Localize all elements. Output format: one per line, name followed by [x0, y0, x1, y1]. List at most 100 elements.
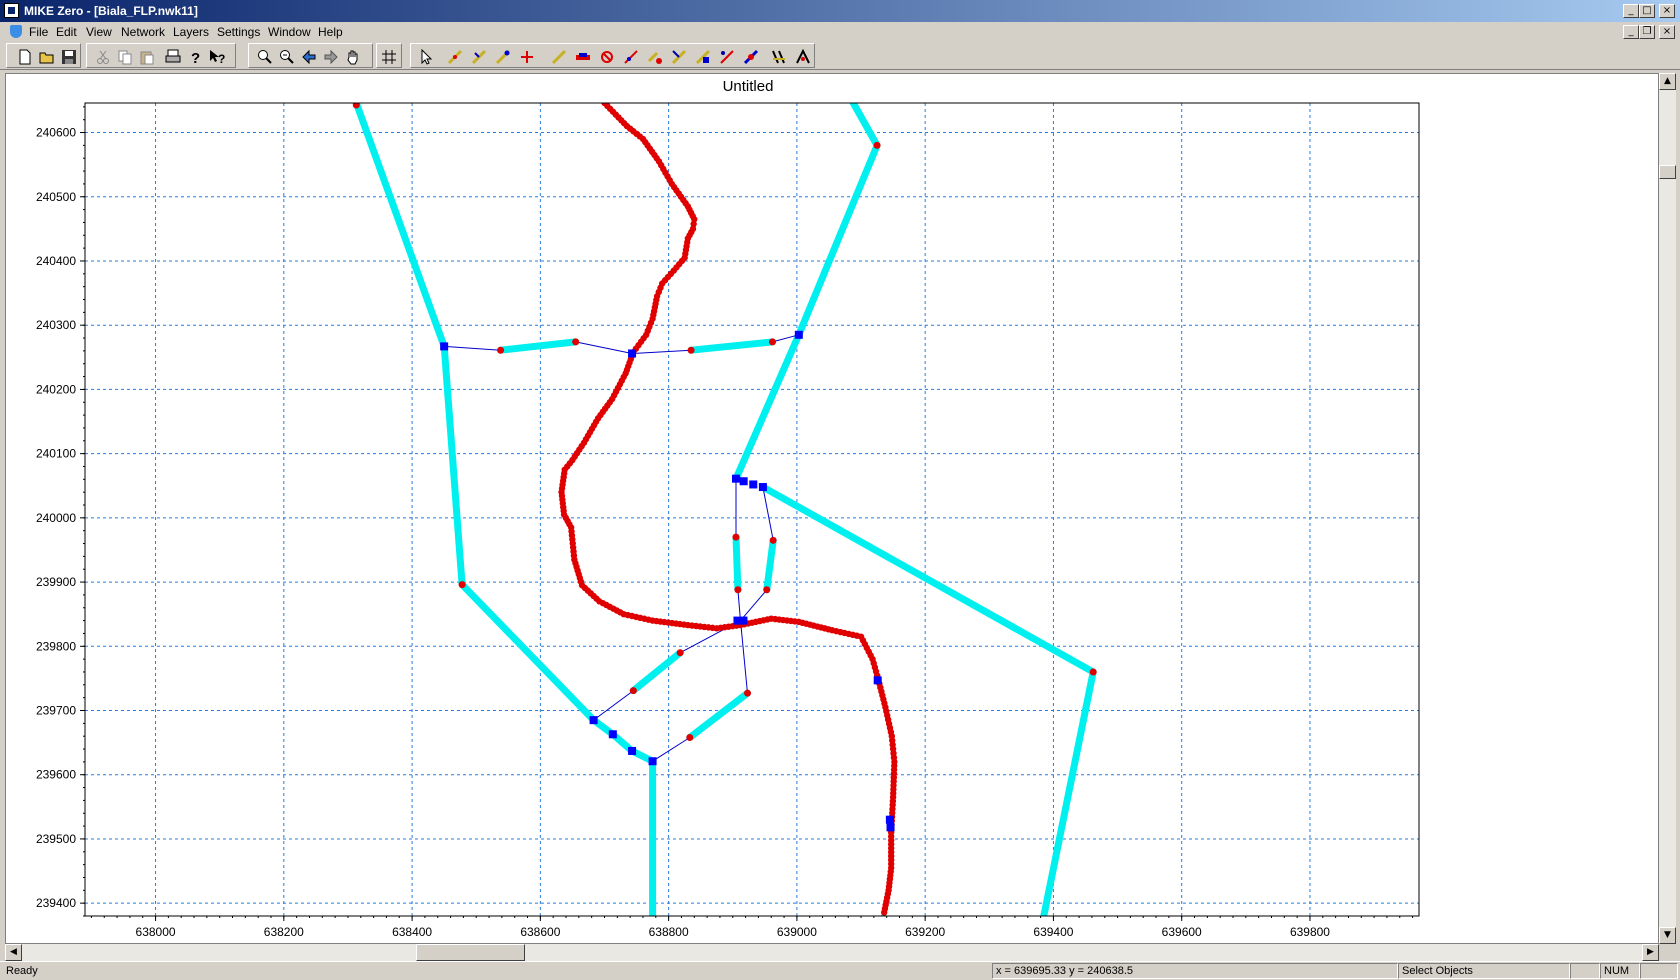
channel-endpoint[interactable] [734, 586, 742, 594]
channel-branch[interactable] [629, 649, 684, 695]
reverse-branch-icon[interactable] [695, 49, 711, 65]
channel-endpoint[interactable] [763, 586, 771, 594]
channel-branch[interactable] [352, 103, 657, 916]
help-icon[interactable]: ? [187, 49, 203, 65]
channel-endpoint[interactable] [744, 689, 752, 697]
zoom-in-icon[interactable] [257, 49, 273, 65]
zoom-next-icon[interactable] [323, 49, 339, 65]
delete-point-icon[interactable] [599, 49, 615, 65]
channel-endpoint[interactable] [1089, 668, 1097, 676]
merge-point-icon[interactable] [623, 49, 639, 65]
maximize-button[interactable]: □ [1639, 4, 1655, 18]
link-line[interactable] [740, 589, 768, 621]
connect-branch-icon[interactable] [495, 49, 511, 65]
menu-network[interactable]: Network [121, 25, 165, 39]
network-node[interactable] [440, 342, 449, 351]
scroll-left-button[interactable]: ◀ [5, 944, 22, 961]
app-icon[interactable] [4, 3, 19, 18]
channel-branch[interactable] [732, 533, 742, 594]
horizontal-scroll-thumb[interactable] [416, 944, 525, 961]
menu-help[interactable]: Help [318, 25, 343, 39]
menu-layers[interactable]: Layers [173, 25, 209, 39]
channel-endpoint[interactable] [497, 346, 505, 354]
network-node[interactable] [648, 757, 657, 766]
query-icon[interactable] [795, 49, 811, 65]
minimize-button[interactable]: _ [1623, 4, 1639, 18]
edit-properties-icon[interactable] [719, 49, 735, 65]
network-node[interactable] [749, 480, 758, 489]
channel-endpoint[interactable] [572, 338, 580, 346]
child-minimize-button[interactable]: _ [1623, 25, 1639, 39]
add-structure-icon[interactable] [575, 49, 591, 65]
save-icon[interactable] [61, 49, 77, 65]
link-line[interactable] [444, 345, 501, 351]
channel-branch[interactable] [759, 483, 1097, 916]
network-node[interactable] [628, 349, 637, 358]
link-line[interactable] [632, 349, 692, 354]
split-branch-icon[interactable] [671, 49, 687, 65]
menu-settings[interactable]: Settings [217, 25, 260, 39]
cut-icon[interactable] [95, 49, 111, 65]
channel-endpoint[interactable] [873, 141, 881, 149]
move-point-icon[interactable] [647, 49, 663, 65]
pan-hand-icon[interactable] [345, 49, 361, 65]
open-folder-icon[interactable] [39, 49, 55, 65]
channel-branch[interactable] [686, 689, 751, 741]
close-button[interactable]: × [1659, 4, 1675, 18]
new-file-icon[interactable] [17, 49, 33, 65]
find-icon[interactable] [771, 49, 787, 65]
add-branch-icon[interactable] [471, 49, 487, 65]
link-line[interactable] [740, 620, 748, 694]
paste-icon[interactable] [139, 49, 155, 65]
channel-branch[interactable] [732, 103, 881, 483]
child-close-button[interactable]: × [1659, 25, 1675, 39]
horizontal-scrollbar[interactable]: ◀ ▶ [5, 944, 1659, 961]
junction-node[interactable] [733, 616, 748, 625]
document-icon[interactable] [10, 25, 22, 38]
vertical-scroll-thumb[interactable] [1659, 165, 1676, 179]
river-node[interactable] [873, 676, 882, 685]
channel-branch[interactable] [497, 338, 580, 354]
network-node[interactable] [739, 477, 748, 486]
vertical-scrollbar[interactable]: ▲ ▼ [1659, 73, 1676, 944]
channel-endpoint[interactable] [686, 733, 694, 741]
channel-endpoint[interactable] [769, 338, 777, 346]
scroll-right-button[interactable]: ▶ [1642, 944, 1659, 961]
network-map[interactable]: Untitled 638000 638200 638400 638600 638800 6… [6, 74, 1658, 943]
menu-view[interactable]: View [86, 25, 112, 39]
network-node[interactable] [608, 730, 617, 739]
network-node[interactable] [628, 746, 637, 755]
link-icon[interactable] [743, 49, 759, 65]
river-node[interactable] [886, 823, 895, 832]
disconnect-branch-icon[interactable] [519, 49, 535, 65]
river-point[interactable] [881, 909, 888, 916]
channel-endpoint[interactable] [687, 346, 695, 354]
channel-endpoint[interactable] [458, 581, 466, 589]
scroll-down-button[interactable]: ▼ [1659, 927, 1676, 944]
link-line[interactable] [737, 589, 741, 621]
river-node[interactable] [885, 815, 894, 824]
network-layer[interactable] [352, 100, 1097, 916]
copy-icon[interactable] [117, 49, 133, 65]
network-node[interactable] [758, 483, 767, 492]
zoom-previous-icon[interactable] [301, 49, 317, 65]
channel-branch[interactable] [687, 338, 776, 354]
child-restore-button[interactable]: ❐ [1639, 25, 1655, 39]
zoom-out-icon[interactable] [279, 49, 295, 65]
channel-endpoint[interactable] [629, 687, 637, 695]
grid-toggle-icon[interactable] [381, 49, 397, 65]
menu-window[interactable]: Window [268, 25, 311, 39]
menu-file[interactable]: File [29, 25, 48, 39]
link-line[interactable] [652, 737, 691, 762]
context-help-icon[interactable]: ? [209, 49, 225, 65]
network-node[interactable] [794, 330, 803, 339]
channel-endpoint[interactable] [769, 536, 777, 544]
network-node[interactable] [589, 716, 598, 725]
link-line[interactable] [575, 341, 633, 354]
network-node[interactable] [731, 474, 740, 483]
channel-endpoint[interactable] [732, 533, 740, 541]
draw-line-icon[interactable] [551, 49, 567, 65]
channel-branch[interactable] [763, 536, 777, 594]
add-point-icon[interactable] [447, 49, 463, 65]
select-arrow-icon[interactable] [419, 49, 435, 65]
